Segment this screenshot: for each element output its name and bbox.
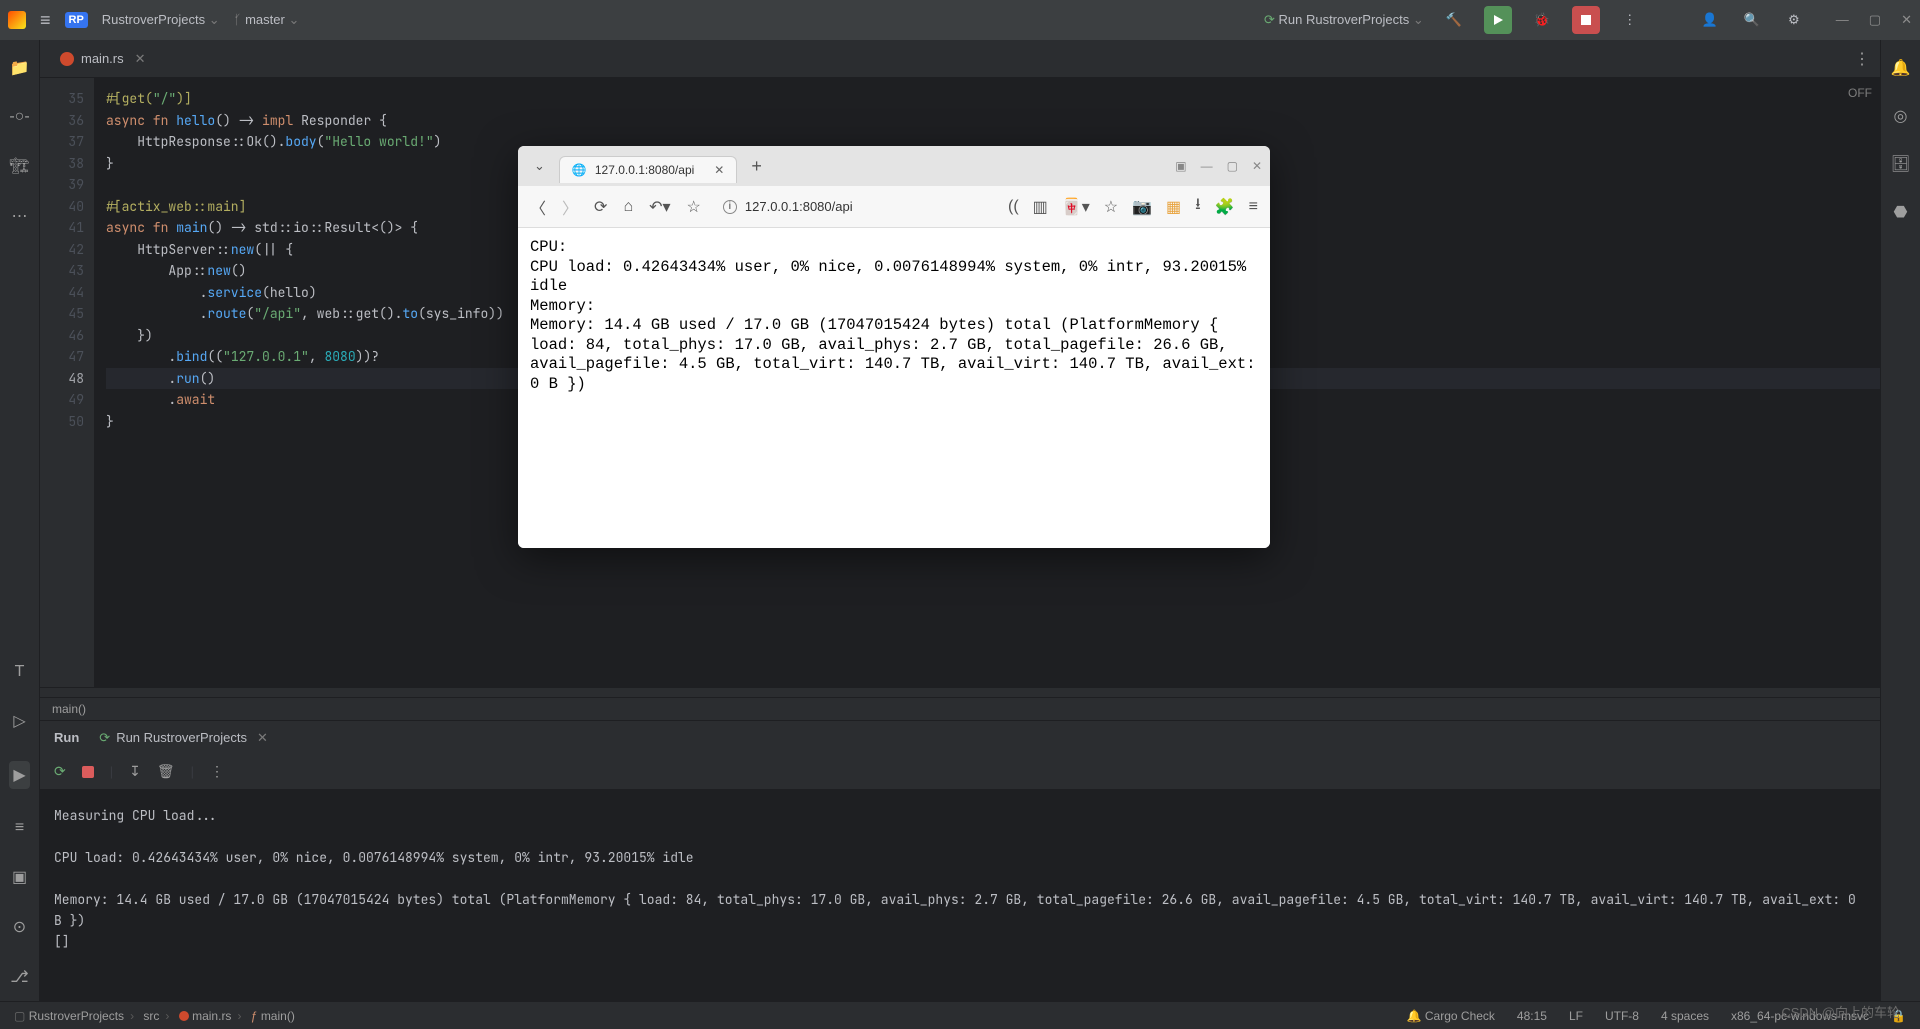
url-text: 127.0.0.1:8080/api — [745, 199, 853, 214]
settings-icon[interactable]: ⚙ — [1782, 8, 1806, 32]
file-tab-label: main.rs — [81, 51, 124, 66]
project-tool-icon[interactable]: 📁 — [10, 58, 30, 78]
line-sep[interactable]: LF — [1569, 1009, 1583, 1023]
tool-list-icon[interactable]: ≡ — [15, 819, 24, 837]
horizontal-scrollbar[interactable] — [40, 687, 1880, 697]
run-config-selector[interactable]: ⟳ Run RustroverProjects ⌄ — [1264, 12, 1424, 28]
browser-close-button[interactable]: ✕ — [1252, 159, 1262, 173]
clear-icon[interactable]: 🗑 — [157, 763, 175, 780]
status-bar: ▢ RustroverProjects› src› main.rs› ƒ mai… — [0, 1001, 1920, 1029]
code-with-me-icon[interactable]: 👤 — [1698, 8, 1722, 32]
screenshot-icon[interactable]: 📷 — [1132, 197, 1152, 217]
minimize-button[interactable]: — — [1836, 12, 1849, 28]
editor-breadcrumb[interactable]: main() — [40, 697, 1880, 721]
browser-tab[interactable]: 🌐 127.0.0.1:8080/api ✕ — [559, 156, 737, 183]
notifications-icon[interactable]: 🔔 — [1891, 58, 1911, 78]
home-icon[interactable]: ⌂ — [623, 198, 633, 216]
stop-button[interactable] — [1572, 6, 1600, 34]
reload-icon[interactable]: ⟳ — [594, 197, 607, 217]
more-tool-icon[interactable]: ⋯ — [12, 206, 28, 226]
encoding[interactable]: UTF-8 — [1605, 1009, 1639, 1023]
forward-icon[interactable]: 〉 — [562, 195, 578, 219]
info-icon[interactable]: i — [723, 200, 737, 214]
run-tool-icon[interactable]: ▶ — [9, 761, 29, 789]
right-tool-rail: 🔔 ◎ 🗄 ⬣ — [1880, 40, 1920, 1001]
structure-tool-icon[interactable]: 🏗 — [9, 156, 29, 176]
rust-file-icon — [60, 52, 74, 66]
globe-icon: 🌐 — [572, 163, 587, 177]
browser-window: ⌄ 🌐 127.0.0.1:8080/api ✕ + ▣ — ▢ ✕ 〈 〉 ⟳… — [518, 146, 1270, 548]
tab-more-icon[interactable]: ⋮ — [1854, 49, 1870, 69]
ai-icon[interactable]: ◎ — [1894, 106, 1908, 126]
browser-tab-title: 127.0.0.1:8080/api — [595, 163, 694, 177]
commit-tool-icon[interactable]: -○- — [9, 108, 29, 126]
terminal-tool-icon[interactable]: ▣ — [12, 867, 27, 887]
run-config-tab[interactable]: ⟳Run RustroverProjects ✕ — [99, 730, 268, 746]
bookmark-star-icon[interactable]: ☆ — [687, 197, 701, 217]
browser-toolbar: 〈 〉 ⟳ ⌂ ↶▾ ☆ i 127.0.0.1:8080/api (( ▥ 🀄… — [518, 186, 1270, 228]
reader-icon[interactable]: (( — [1008, 198, 1019, 216]
main-menu-icon[interactable]: ≡ — [40, 10, 51, 31]
back-icon[interactable]: 〈 — [530, 195, 546, 219]
gutter: 35363738394041424344454647484950 — [40, 78, 94, 687]
inspection-off-badge[interactable]: OFF — [1848, 86, 1872, 100]
scroll-to-end-icon[interactable]: ↧ — [129, 763, 141, 780]
vcs-tool-icon[interactable]: ⎇ — [10, 967, 28, 987]
status-breadcrumb[interactable]: ▢ RustroverProjects› src› main.rs› ƒ mai… — [14, 1009, 295, 1023]
run-button[interactable] — [1484, 6, 1512, 34]
run-tab-close-icon[interactable]: ✕ — [257, 730, 268, 746]
tab-close-icon[interactable]: ✕ — [135, 51, 146, 67]
problems-tool-icon[interactable]: ⊙ — [13, 917, 26, 937]
cargo-check-button[interactable]: 🔔 Cargo Check — [1407, 1009, 1495, 1023]
maximize-button[interactable]: ▢ — [1869, 12, 1881, 28]
title-bar: ≡ RP RustroverProjects ⌄ ᚶ master ⌄ ⟳ Ru… — [0, 0, 1920, 40]
database-icon[interactable]: 🗄 — [1890, 154, 1910, 174]
debug-tool-icon[interactable]: ▷ — [13, 711, 25, 731]
console-output[interactable]: Measuring CPU load... CPU load: 0.426434… — [40, 789, 1880, 1001]
library-icon[interactable]: ▥ — [1033, 197, 1048, 217]
editor-tabs: main.rs ✕ ⋮ — [40, 40, 1880, 78]
note-icon[interactable]: ▦ — [1166, 197, 1181, 217]
undo-icon[interactable]: ↶▾ — [649, 197, 670, 217]
debug-icon[interactable]: 🐞 — [1530, 8, 1554, 32]
extensions-icon[interactable]: 🧩 — [1215, 197, 1235, 217]
console-more-icon[interactable]: ⋮ — [210, 763, 224, 780]
browser-menu-icon[interactable]: ≡ — [1249, 198, 1258, 216]
project-name[interactable]: RustroverProjects ⌄ — [102, 12, 220, 28]
favorites-icon[interactable]: ☆ — [1104, 197, 1118, 217]
browser-panel-icon[interactable]: ▣ — [1175, 159, 1186, 173]
translate-icon[interactable]: 🀄▾ — [1062, 197, 1090, 217]
project-badge: RP — [65, 12, 88, 28]
stop-process-icon[interactable] — [82, 766, 94, 778]
downloads-icon[interactable]: ⭳ — [1195, 193, 1201, 220]
run-tab[interactable]: Run — [54, 730, 79, 745]
jetbrains-logo — [8, 11, 26, 29]
watermark: CSDN @向上的车轮 — [1781, 1002, 1900, 1021]
close-button[interactable]: ✕ — [1901, 12, 1912, 28]
new-tab-button[interactable]: + — [743, 152, 770, 181]
git-branch[interactable]: ᚶ master ⌄ — [234, 12, 300, 28]
build-icon[interactable]: 🔨 — [1442, 8, 1466, 32]
browser-content[interactable]: CPU: CPU load: 0.42643434% user, 0% nice… — [518, 228, 1270, 548]
cargo-icon[interactable]: ⬣ — [1894, 202, 1908, 222]
search-icon[interactable]: 🔍 — [1740, 8, 1764, 32]
browser-minimize-button[interactable]: — — [1201, 159, 1213, 173]
browser-maximize-button[interactable]: ▢ — [1227, 159, 1238, 173]
left-tool-rail: 📁 -○- 🏗 ⋯ T ▷ ▶ ≡ ▣ ⊙ ⎇ — [0, 40, 40, 1001]
browser-tab-strip: ⌄ 🌐 127.0.0.1:8080/api ✕ + ▣ — ▢ ✕ — [518, 146, 1270, 186]
more-icon[interactable]: ⋮ — [1618, 8, 1642, 32]
tool-t-icon[interactable]: T — [15, 663, 25, 681]
address-bar[interactable]: i 127.0.0.1:8080/api — [723, 199, 853, 214]
file-tab-main-rs[interactable]: main.rs ✕ — [50, 40, 156, 77]
run-panel: Run ⟳Run RustroverProjects ✕ ⟳ | ↧ 🗑 | ⋮… — [40, 721, 1880, 1001]
browser-tab-close-icon[interactable]: ✕ — [714, 163, 724, 177]
rerun-icon[interactable]: ⟳ — [54, 763, 66, 780]
cursor-pos[interactable]: 48:15 — [1517, 1009, 1547, 1023]
sidebar-toggle-icon[interactable]: ⌄ — [526, 154, 553, 178]
indent[interactable]: 4 spaces — [1661, 1009, 1709, 1023]
